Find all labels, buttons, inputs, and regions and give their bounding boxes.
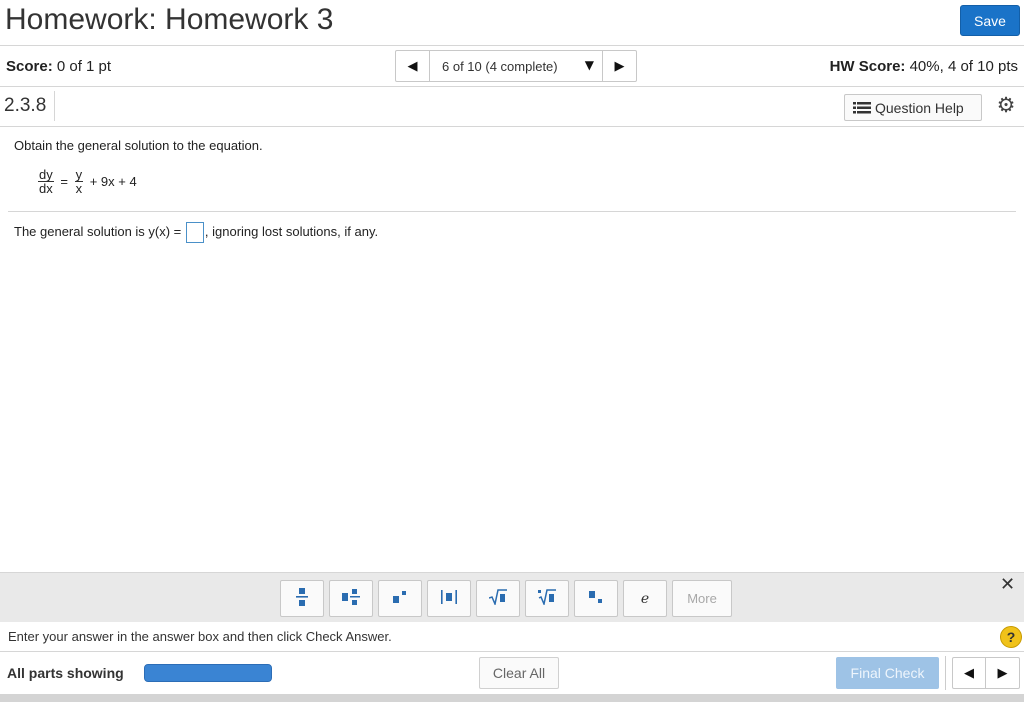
question-number: 2.3.8	[4, 91, 56, 121]
absolute-value-icon	[441, 589, 457, 604]
equation-rest: + 9x + 4	[89, 174, 137, 189]
score-label: Score:	[6, 58, 53, 75]
bottom-bar: All parts showing Clear All Final Check …	[0, 652, 1024, 694]
answer-prefix: The general solution is y(x) =	[14, 223, 182, 239]
clear-all-button[interactable]: Clear All	[479, 657, 559, 689]
fraction-button[interactable]	[280, 580, 324, 617]
score-bar: Score: 0 of 1 pt ◀ 6 of 10 (4 complete) …	[0, 46, 1024, 87]
final-check-button[interactable]: Final Check	[836, 657, 939, 689]
differential-equation: dy dx = y x + 9x + 4	[38, 168, 140, 202]
score: Score: 0 of 1 pt	[6, 58, 111, 75]
math-palette: e More ✕	[0, 572, 1024, 622]
fraction-numerator: y	[74, 167, 84, 182]
mixed-number-icon	[342, 588, 360, 605]
window-bottom-edge	[0, 694, 1024, 702]
mixed-number-button[interactable]	[329, 580, 373, 617]
hw-score-label: HW Score:	[829, 58, 906, 75]
instruction-text: Enter your answer in the answer box and …	[8, 629, 392, 644]
more-button[interactable]: More	[672, 580, 732, 617]
gear-icon[interactable]: ⚙	[995, 94, 1017, 116]
square-root-icon	[488, 588, 507, 606]
next-question-button-bottom[interactable]: ▶	[986, 658, 1019, 688]
question-navigator: ◀ 6 of 10 (4 complete) ▼ ▶	[395, 50, 637, 82]
fraction-icon	[296, 587, 308, 606]
next-question-button[interactable]: ▶	[602, 51, 636, 81]
exponent-button[interactable]	[378, 580, 422, 617]
parts-progress-bar	[144, 664, 272, 682]
divider	[945, 656, 946, 690]
question-selector-dropdown[interactable]: 6 of 10 (4 complete) ▼	[430, 51, 602, 81]
page-title: Homework: Homework 3	[5, 3, 334, 36]
hw-score: HW Score: 40%, 4 of 10 pts	[830, 58, 1018, 75]
bottom-navigator: ◀ ▶	[952, 657, 1020, 689]
square-root-button[interactable]	[476, 580, 520, 617]
score-value: 0 of 1 pt	[52, 58, 112, 75]
close-icon[interactable]: ✕	[1000, 576, 1016, 594]
question-prompt: Obtain the general solution to the equat…	[14, 138, 263, 153]
instruction-bar: Enter your answer in the answer box and …	[0, 622, 1024, 652]
help-icon[interactable]: ?	[1000, 626, 1022, 648]
nth-root-icon	[538, 588, 556, 606]
question-help-label: Question Help	[875, 99, 964, 116]
hw-score-value: 40%, 4 of 10 pts	[905, 58, 1018, 75]
y-x-fraction: y x	[74, 167, 84, 196]
question-help-button[interactable]: Question Help	[844, 94, 982, 121]
progress-fill	[145, 665, 271, 681]
fraction-denominator: x	[75, 181, 83, 196]
subscript-icon	[589, 590, 602, 603]
answer-suffix: , ignoring lost solutions, if any.	[204, 223, 379, 239]
question-header: 2.3.8 Question Help	[0, 87, 1024, 127]
divider	[8, 211, 1016, 212]
exponent-icon	[393, 590, 406, 603]
fraction-denominator: dx	[39, 181, 53, 196]
dy-dx-fraction: dy dx	[38, 168, 54, 195]
fraction-numerator: dy	[38, 167, 54, 182]
save-button[interactable]: Save	[960, 5, 1020, 36]
title-bar: Homework: Homework 3 Save	[0, 0, 1024, 46]
parts-label: All parts showing	[7, 665, 124, 681]
previous-question-button[interactable]: ◀	[396, 51, 430, 81]
list-icon	[853, 102, 871, 114]
nth-root-button[interactable]	[525, 580, 569, 617]
equals-sign: =	[60, 174, 68, 189]
previous-question-button-bottom[interactable]: ◀	[953, 658, 986, 688]
euler-e-button[interactable]: e	[623, 580, 667, 617]
absolute-value-button[interactable]	[427, 580, 471, 617]
caret-down-icon: ▼	[584, 58, 594, 72]
answer-line: The general solution is y(x) = , ignorin…	[14, 222, 378, 243]
subscript-button[interactable]	[574, 580, 618, 617]
question-position: 6 of 10 (4 complete)	[442, 58, 558, 74]
answer-input-box[interactable]	[185, 222, 204, 243]
